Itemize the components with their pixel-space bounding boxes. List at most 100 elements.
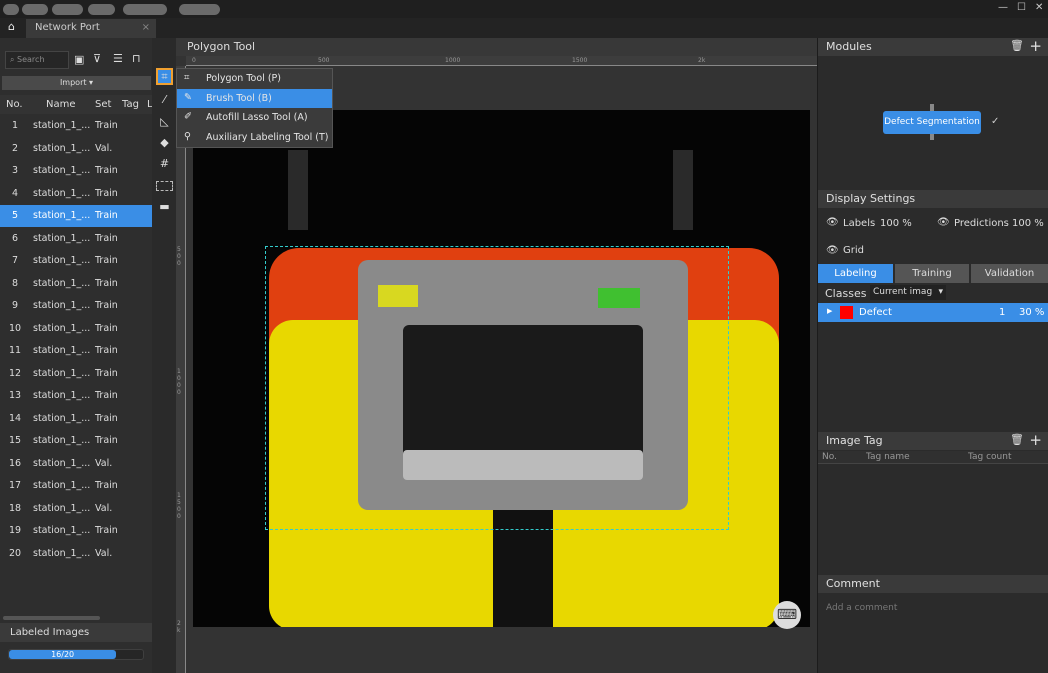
- row-name: station_1_...: [33, 277, 91, 289]
- rectangle-select-icon[interactable]: [156, 181, 173, 191]
- table-row[interactable]: 1 station_1_... Train: [0, 115, 152, 137]
- col-set[interactable]: Set: [95, 99, 111, 110]
- class-row-defect[interactable]: ▶ Defect 1 30 %: [818, 303, 1048, 322]
- keyboard-icon[interactable]: ⌨: [773, 601, 801, 629]
- magic-wand-icon[interactable]: ⁄: [156, 91, 173, 108]
- table-row[interactable]: 19 station_1_... Train: [0, 520, 152, 542]
- predictions-opacity[interactable]: 100 %: [1012, 218, 1044, 229]
- image-settings-icon[interactable]: ▣: [74, 53, 84, 66]
- table-row[interactable]: 17 station_1_... Train: [0, 475, 152, 497]
- filter-icon[interactable]: ⊽: [93, 52, 101, 65]
- modules-header: Modules 🗑 +: [818, 37, 1048, 56]
- table-row[interactable]: 6 station_1_... Train: [0, 228, 152, 250]
- search-input[interactable]: ⌕ Search: [5, 51, 69, 69]
- eye-icon[interactable]: 👁: [826, 217, 839, 228]
- classes-filter-select[interactable]: Current imag ▾: [870, 285, 946, 300]
- home-icon[interactable]: ⌂: [8, 20, 15, 33]
- table-row[interactable]: 13 station_1_... Train: [0, 385, 152, 407]
- polygon-tool-button[interactable]: ⌗: [156, 68, 173, 85]
- menu-item-autofill-lasso-tool[interactable]: ✐ Autofill Lasso Tool (A): [177, 108, 332, 127]
- minimize-button[interactable]: —: [998, 2, 1008, 13]
- col-name[interactable]: Name: [46, 99, 76, 110]
- table-row[interactable]: 15 station_1_... Train: [0, 430, 152, 452]
- row-no: 10: [9, 322, 22, 334]
- table-row[interactable]: 3 station_1_... Train: [0, 160, 152, 182]
- table-row[interactable]: 18 station_1_... Val.: [0, 498, 152, 520]
- table-row[interactable]: 20 station_1_... Val.: [0, 543, 152, 565]
- menu-item-brush-tool[interactable]: ✎ Brush Tool (B): [177, 89, 332, 108]
- table-row[interactable]: 2 station_1_... Val.: [0, 138, 152, 160]
- table-row[interactable]: 8 station_1_... Train: [0, 273, 152, 295]
- tab-network-port[interactable]: Network Port ×: [26, 19, 156, 38]
- grid-tool-icon[interactable]: #: [156, 155, 173, 172]
- row-no: 12: [9, 367, 22, 379]
- row-no: 4: [12, 187, 19, 199]
- tab-labeling[interactable]: Labeling: [818, 264, 893, 283]
- add-icon[interactable]: +: [1029, 37, 1042, 55]
- tab-label: Network Port: [35, 22, 100, 33]
- row-no: 2: [12, 142, 19, 154]
- add-icon[interactable]: +: [1029, 431, 1042, 449]
- tag-table-header: No. Tag name Tag count: [818, 451, 1048, 464]
- list-icon[interactable]: ☰: [113, 52, 123, 65]
- ruler-left: 500 1000 1500 2k: [176, 66, 186, 673]
- table-row[interactable]: 4 station_1_... Train: [0, 183, 152, 205]
- row-name: station_1_...: [33, 142, 91, 154]
- table-row[interactable]: 16 station_1_... Val.: [0, 453, 152, 475]
- labels-opacity[interactable]: 100 %: [880, 218, 912, 229]
- ruler-label: 2k: [698, 57, 706, 64]
- row-name: station_1_...: [33, 232, 91, 244]
- menu-label: Auxiliary Labeling Tool (T): [206, 132, 329, 143]
- table-row[interactable]: 14 station_1_... Train: [0, 408, 152, 430]
- row-set: Train: [95, 232, 118, 244]
- trash-icon[interactable]: 🗑: [1010, 39, 1024, 52]
- trash-icon[interactable]: 🗑: [1010, 433, 1024, 446]
- ruler-top: 0 500 1000 1500 2k: [186, 56, 817, 66]
- table-row[interactable]: 10 station_1_... Train: [0, 318, 152, 340]
- eye-icon[interactable]: 👁: [937, 217, 950, 228]
- menu-item-polygon-tool[interactable]: ⌗ Polygon Tool (P): [177, 69, 332, 88]
- row-set: Val.: [95, 547, 113, 559]
- labeled-progress-text: 16/20: [51, 650, 75, 659]
- col-tag-count: Tag count: [968, 452, 1012, 462]
- close-window-button[interactable]: ✕: [1035, 2, 1043, 13]
- row-no: 16: [9, 457, 22, 469]
- table-row[interactable]: 11 station_1_... Train: [0, 340, 152, 362]
- import-button[interactable]: Import ▾: [2, 76, 151, 90]
- table-row[interactable]: 12 station_1_... Train: [0, 363, 152, 385]
- eraser-icon[interactable]: ◆: [156, 134, 173, 151]
- check-icon: ✓: [991, 116, 1000, 127]
- horizontal-scrollbar[interactable]: [3, 616, 100, 620]
- network-port-image: [193, 110, 810, 627]
- polygon-select-icon[interactable]: ◺: [156, 113, 173, 130]
- brush-icon: ✎: [184, 92, 192, 103]
- mask-select-icon[interactable]: ▬: [156, 198, 173, 215]
- row-no: 19: [9, 525, 22, 536]
- col-tag[interactable]: Tag: [122, 99, 139, 110]
- layout-icon[interactable]: ⊓: [132, 52, 141, 65]
- menu-label: Brush Tool (B): [206, 93, 272, 104]
- class-count: 1: [999, 307, 1006, 318]
- eye-icon[interactable]: 👁: [826, 245, 839, 256]
- menu-item-auxiliary-labeling-tool[interactable]: ⚲ Auxiliary Labeling Tool (T): [177, 128, 332, 147]
- table-row[interactable]: 7 station_1_... Train: [0, 250, 152, 272]
- row-name: station_1_...: [33, 120, 91, 131]
- module-defect-segmentation[interactable]: Defect Segmentation: [883, 111, 981, 134]
- row-no: 18: [9, 502, 22, 514]
- row-set: Train: [95, 412, 118, 424]
- col-no[interactable]: No.: [6, 99, 23, 110]
- tab-training[interactable]: Training: [895, 264, 969, 283]
- expand-icon[interactable]: ▶: [827, 307, 832, 315]
- tab-validation[interactable]: Validation: [971, 264, 1048, 283]
- class-color-swatch[interactable]: [840, 306, 853, 319]
- row-set: Train: [95, 322, 118, 334]
- comment-input[interactable]: Add a comment: [826, 603, 897, 613]
- close-tab-icon[interactable]: ×: [142, 22, 150, 33]
- row-name: station_1_...: [33, 502, 91, 514]
- table-row[interactable]: 9 station_1_... Train: [0, 295, 152, 317]
- table-row[interactable]: 5 station_1_... Train: [0, 205, 152, 227]
- row-name: station_1_...: [33, 187, 91, 199]
- maximize-button[interactable]: ☐: [1017, 2, 1026, 13]
- row-no: 14: [9, 412, 22, 424]
- ruler-label: 1500: [572, 57, 588, 64]
